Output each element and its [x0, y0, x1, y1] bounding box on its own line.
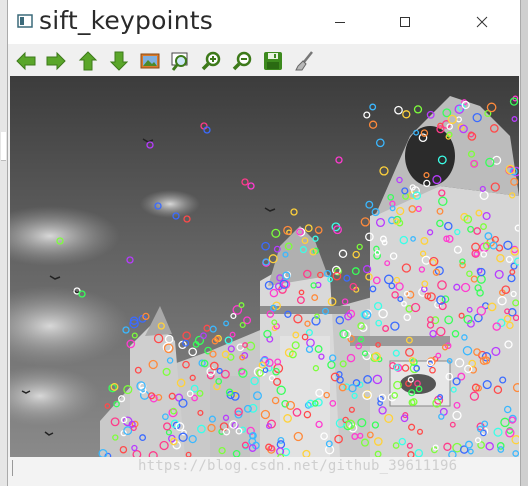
brush-icon — [295, 51, 313, 71]
pan-left-button[interactable] — [13, 48, 39, 74]
toolbar — [8, 44, 520, 76]
floppy-disk-icon — [264, 52, 282, 70]
minimize-button[interactable] — [326, 10, 354, 34]
zoom-out-button[interactable] — [229, 48, 255, 74]
app-window-icon — [17, 14, 33, 28]
watermark: https://blog.csdn.net/github_39611196 — [138, 458, 458, 474]
zoom-fit-button[interactable] — [137, 48, 163, 74]
save-button[interactable] — [260, 48, 286, 74]
zoom-area-icon — [171, 52, 188, 71]
status-separator — [12, 460, 13, 476]
image-canvas[interactable] — [10, 76, 519, 457]
cloud — [140, 190, 200, 218]
zoom-out-icon — [232, 51, 252, 71]
close-button[interactable] — [468, 10, 496, 34]
pan-right-button[interactable] — [43, 48, 69, 74]
properties-button[interactable] — [291, 48, 317, 74]
pan-down-button[interactable] — [106, 48, 132, 74]
zoom-in-button[interactable] — [198, 48, 224, 74]
arrow-up-icon — [78, 51, 98, 71]
image-icon — [140, 53, 160, 69]
arrow-down-icon — [109, 51, 129, 71]
arrow-right-icon — [46, 51, 66, 71]
close-icon — [476, 16, 488, 28]
background-window-fragment — [1, 132, 6, 161]
maximize-button[interactable] — [391, 10, 419, 34]
image-window: sift_keypoints — [7, 0, 521, 486]
zoom-in-icon — [201, 51, 221, 71]
window-title: sift_keypoints — [39, 6, 213, 35]
sift-keypoints-image — [10, 76, 519, 457]
pan-up-button[interactable] — [75, 48, 101, 74]
zoom-actual-button[interactable] — [168, 48, 194, 74]
maximize-icon — [400, 17, 410, 27]
minimize-icon — [335, 22, 345, 23]
title-bar[interactable]: sift_keypoints — [8, 0, 520, 44]
arrow-left-icon — [16, 51, 36, 71]
background-window-left — [0, 0, 7, 486]
background-window-right — [521, 0, 528, 486]
